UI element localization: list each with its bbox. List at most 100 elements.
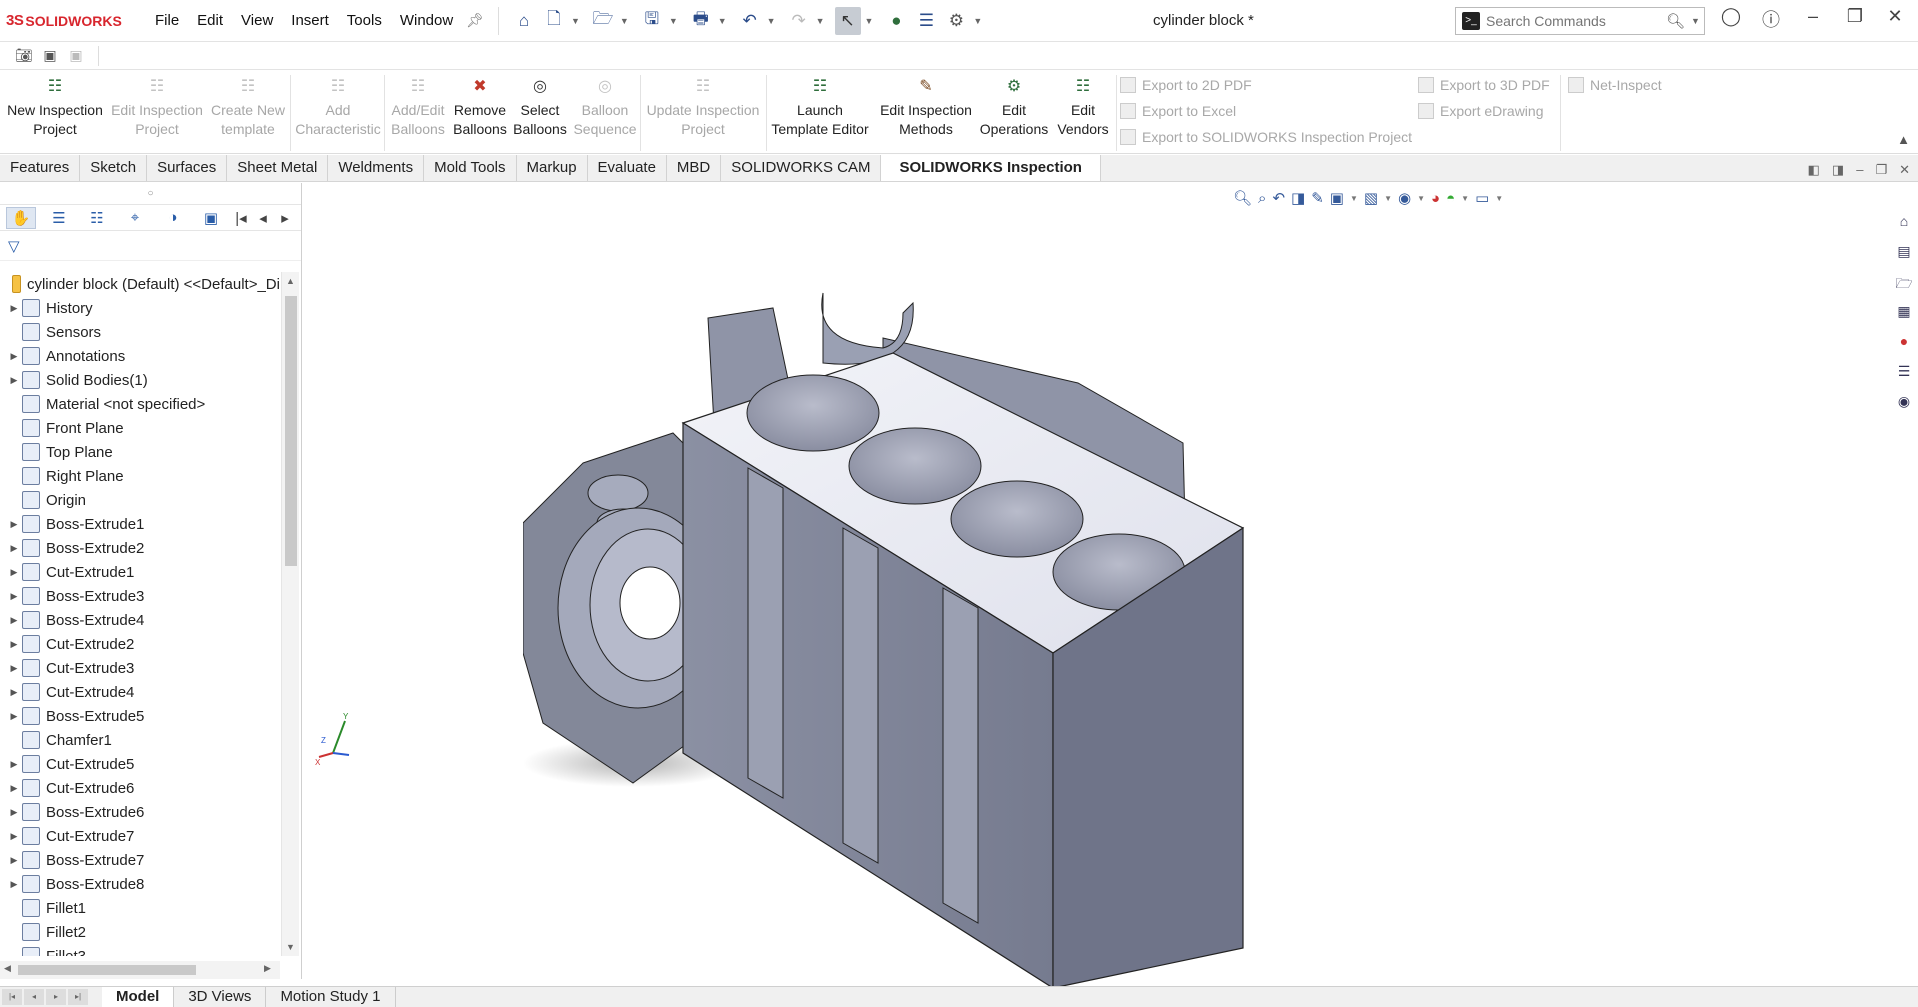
pin-icon[interactable]: 📌︎ (466, 12, 484, 29)
doc-restore-icon[interactable]: ❐ (1875, 162, 1887, 178)
tab-model[interactable]: Model (102, 987, 175, 1007)
balloon-sequence-button[interactable]: ◎ Balloon Sequence (570, 75, 640, 139)
undo-icon[interactable]: ↶ (737, 7, 763, 35)
tab-weldments[interactable]: Weldments (328, 155, 425, 181)
tree-item[interactable]: ▶ Cut-Extrude5 (0, 752, 280, 776)
tab-scroll-left-icon[interactable]: ◂ (256, 207, 270, 229)
export-edrawing-button[interactable]: Export eDrawing (1418, 103, 1544, 119)
tree-item[interactable]: Fillet3 (0, 944, 280, 956)
menu-tools[interactable]: Tools (338, 12, 391, 29)
tab-features[interactable]: Features (0, 155, 81, 181)
tree-item[interactable]: ▶ Cut-Extrude6 (0, 776, 280, 800)
chevron-down-icon[interactable]: ▼ (669, 16, 678, 26)
zoom-to-area-icon[interactable]: ⌕ (1258, 190, 1266, 207)
tree-item[interactable]: ▶ History (0, 296, 280, 320)
tab-mbd[interactable]: MBD (667, 155, 722, 181)
net-inspect-button[interactable]: Net-Inspect (1568, 77, 1662, 93)
expand-arrow-icon[interactable]: ▶ (6, 687, 22, 698)
home-icon[interactable]: ⌂ (511, 7, 537, 35)
redo-icon[interactable]: ↷ (786, 7, 812, 35)
expand-arrow-icon[interactable]: ▶ (6, 759, 22, 770)
chevron-down-icon[interactable]: ▼ (1384, 194, 1392, 203)
export-inspection-project-button[interactable]: Export to SOLIDWORKS Inspection Project (1120, 129, 1412, 145)
prev-tab-icon[interactable]: ◂ (24, 989, 44, 1005)
configuration-manager-tab-icon[interactable]: ☷ (82, 207, 112, 229)
create-new-template-button[interactable]: ☷ Create New template (208, 75, 288, 139)
expand-arrow-icon[interactable]: ▶ (6, 783, 22, 794)
view-settings-icon[interactable]: ▭ (1475, 189, 1489, 207)
chevron-down-icon[interactable]: ▼ (767, 16, 776, 26)
select-balloons-button[interactable]: ◎ Select Balloons (512, 75, 568, 139)
tree-item[interactable]: ▶ Boss-Extrude4 (0, 608, 280, 632)
edit-appearance-icon[interactable]: ◕ (1431, 190, 1440, 207)
chevron-down-icon[interactable]: ▼ (1691, 16, 1700, 26)
tree-item[interactable]: ▶ Annotations (0, 344, 280, 368)
file-explorer-icon[interactable]: 🗁︎ (1893, 273, 1915, 297)
custom-properties-icon[interactable]: ☰ (1893, 363, 1915, 387)
design-library-icon[interactable]: ▤ (1893, 243, 1915, 267)
options-gear-icon[interactable]: ⚙ (943, 7, 969, 35)
remove-balloons-button[interactable]: ✖ Remove Balloons (450, 75, 510, 139)
tab-mold-tools[interactable]: Mold Tools (424, 155, 517, 181)
graphics-area[interactable]: 🔍︎ ⌕ ↶ ◨ ✎ ▣ ▼ ▧ ▼ ◉ ▼ ◕ ◓ ▼ ▭ ▼ ⌂ ▤ 🗁︎ ▦ ● ☰… (303, 183, 1918, 990)
panel-right-icon[interactable]: ◨ (1832, 162, 1844, 178)
previous-view-icon[interactable]: ↶ (1272, 189, 1285, 207)
tree-item[interactable]: Material <not specified> (0, 392, 280, 416)
chevron-down-icon[interactable]: ▼ (620, 16, 629, 26)
last-tab-icon[interactable]: ▸| (68, 989, 88, 1005)
tab-solidworks-cam[interactable]: SOLIDWORKS CAM (721, 155, 882, 181)
property-manager-tab-icon[interactable]: ☰ (44, 207, 74, 229)
menu-insert[interactable]: Insert (282, 12, 338, 29)
new-document-icon[interactable]: 🗋︎ (541, 7, 567, 35)
expand-arrow-icon[interactable]: ▶ (6, 639, 22, 650)
scroll-right-icon[interactable]: ▶ (264, 963, 271, 974)
tab-sheet-metal[interactable]: Sheet Metal (227, 155, 329, 181)
apply-scene-icon[interactable]: ◓ (1446, 190, 1455, 207)
tree-item[interactable]: ▶ Cut-Extrude2 (0, 632, 280, 656)
display-style-icon[interactable]: ▧ (1364, 189, 1378, 207)
edit-inspection-project-button[interactable]: ☷ Edit Inspection Project (108, 75, 206, 139)
section-view-icon[interactable]: ◨ (1291, 189, 1305, 207)
expand-arrow-icon[interactable]: ▶ (6, 375, 22, 386)
search-commands-box[interactable]: >_ 🔍︎ ▼ (1455, 7, 1705, 35)
export-3d-pdf-button[interactable]: Export to 3D PDF (1418, 77, 1550, 93)
expand-arrow-icon[interactable]: ▶ (6, 351, 22, 362)
tree-item[interactable]: ▶ Boss-Extrude2 (0, 536, 280, 560)
chevron-down-icon[interactable]: ▼ (1495, 194, 1503, 203)
print-icon[interactable]: 🖶︎ (688, 7, 714, 35)
filter-icon[interactable]: ▽ (0, 231, 301, 261)
menu-edit[interactable]: Edit (188, 12, 232, 29)
restore-icon[interactable]: ❐ (1838, 6, 1872, 27)
doc-minimize-icon[interactable]: – (1856, 162, 1863, 178)
close-icon[interactable]: ✕ (1878, 6, 1912, 27)
search-icon[interactable]: 🔍︎ (1666, 12, 1685, 30)
first-tab-icon[interactable]: |◂ (2, 989, 22, 1005)
file-properties-icon[interactable]: ☰ (913, 7, 939, 35)
dimxpert-manager-tab-icon[interactable]: ⌖ (120, 207, 150, 229)
camera-icon[interactable]: 📷︎ (14, 47, 34, 65)
menu-window[interactable]: Window (391, 12, 462, 29)
tab-motion-study-1[interactable]: Motion Study 1 (266, 987, 396, 1007)
tree-item[interactable]: ▶ Cut-Extrude4 (0, 680, 280, 704)
open-icon[interactable]: 🗁︎ (590, 7, 616, 35)
appearances-icon[interactable]: ● (1893, 333, 1915, 357)
expand-arrow-icon[interactable]: ▶ (6, 615, 22, 626)
dynamic-annotation-icon[interactable]: ✎ (1311, 189, 1324, 207)
collapse-ribbon-icon[interactable]: ▲ (1897, 132, 1910, 147)
view-orientation-icon[interactable]: ▣ (1330, 189, 1344, 207)
next-tab-icon[interactable]: ▸ (46, 989, 66, 1005)
tree-item[interactable]: ▶ Cut-Extrude3 (0, 656, 280, 680)
tab-scroll-start-icon[interactable]: |◂ (234, 207, 248, 229)
tree-item[interactable]: Fillet1 (0, 896, 280, 920)
expand-arrow-icon[interactable]: ▶ (6, 591, 22, 602)
hide-show-items-icon[interactable]: ◉ (1398, 189, 1411, 207)
zoom-to-fit-icon[interactable]: 🔍︎ (1233, 189, 1252, 207)
tab-sketch[interactable]: Sketch (80, 155, 148, 181)
display-manager-tab-icon[interactable]: ◑ (158, 207, 188, 229)
chevron-down-icon[interactable]: ▼ (816, 16, 825, 26)
chevron-down-icon[interactable]: ▼ (1350, 194, 1358, 203)
launch-template-editor-button[interactable]: ☷ Launch Template Editor (768, 75, 872, 139)
expand-arrow-icon[interactable]: ▶ (6, 807, 22, 818)
tree-item[interactable]: ▶ Cut-Extrude1 (0, 560, 280, 584)
chevron-down-icon[interactable]: ▼ (718, 16, 727, 26)
